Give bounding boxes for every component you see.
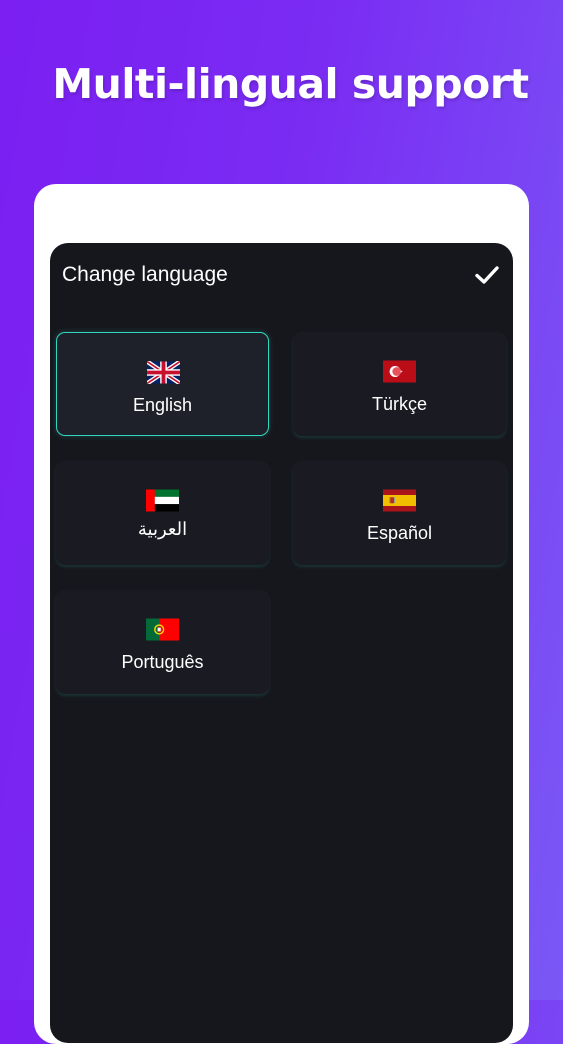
language-label-arabic: العربية bbox=[137, 519, 188, 539]
language-option-english[interactable]: English bbox=[56, 332, 269, 436]
language-option-portuguese[interactable]: Português bbox=[56, 590, 269, 694]
uae-flag-icon bbox=[146, 489, 179, 512]
promo-headline: Multi-lingual support bbox=[52, 60, 529, 108]
language-label-spanish: Español bbox=[366, 523, 433, 543]
language-label-portuguese: Português bbox=[121, 652, 204, 672]
language-dialog: Change language English Türkçe العربية E… bbox=[50, 243, 513, 1043]
language-label-turkish: Türkçe bbox=[371, 394, 427, 414]
turkey-flag-icon bbox=[383, 360, 416, 383]
language-label-english: English bbox=[132, 395, 193, 415]
dialog-title: Change language bbox=[62, 263, 228, 286]
uk-flag-icon bbox=[147, 361, 180, 384]
checkmark-icon[interactable] bbox=[473, 261, 501, 289]
spain-flag-icon bbox=[383, 489, 416, 512]
portugal-flag-icon bbox=[146, 618, 179, 641]
language-option-turkish[interactable]: Türkçe bbox=[293, 332, 506, 436]
language-option-arabic[interactable]: العربية bbox=[56, 461, 269, 565]
language-option-spanish[interactable]: Español bbox=[293, 461, 506, 565]
dialog-header: Change language bbox=[50, 243, 513, 305]
